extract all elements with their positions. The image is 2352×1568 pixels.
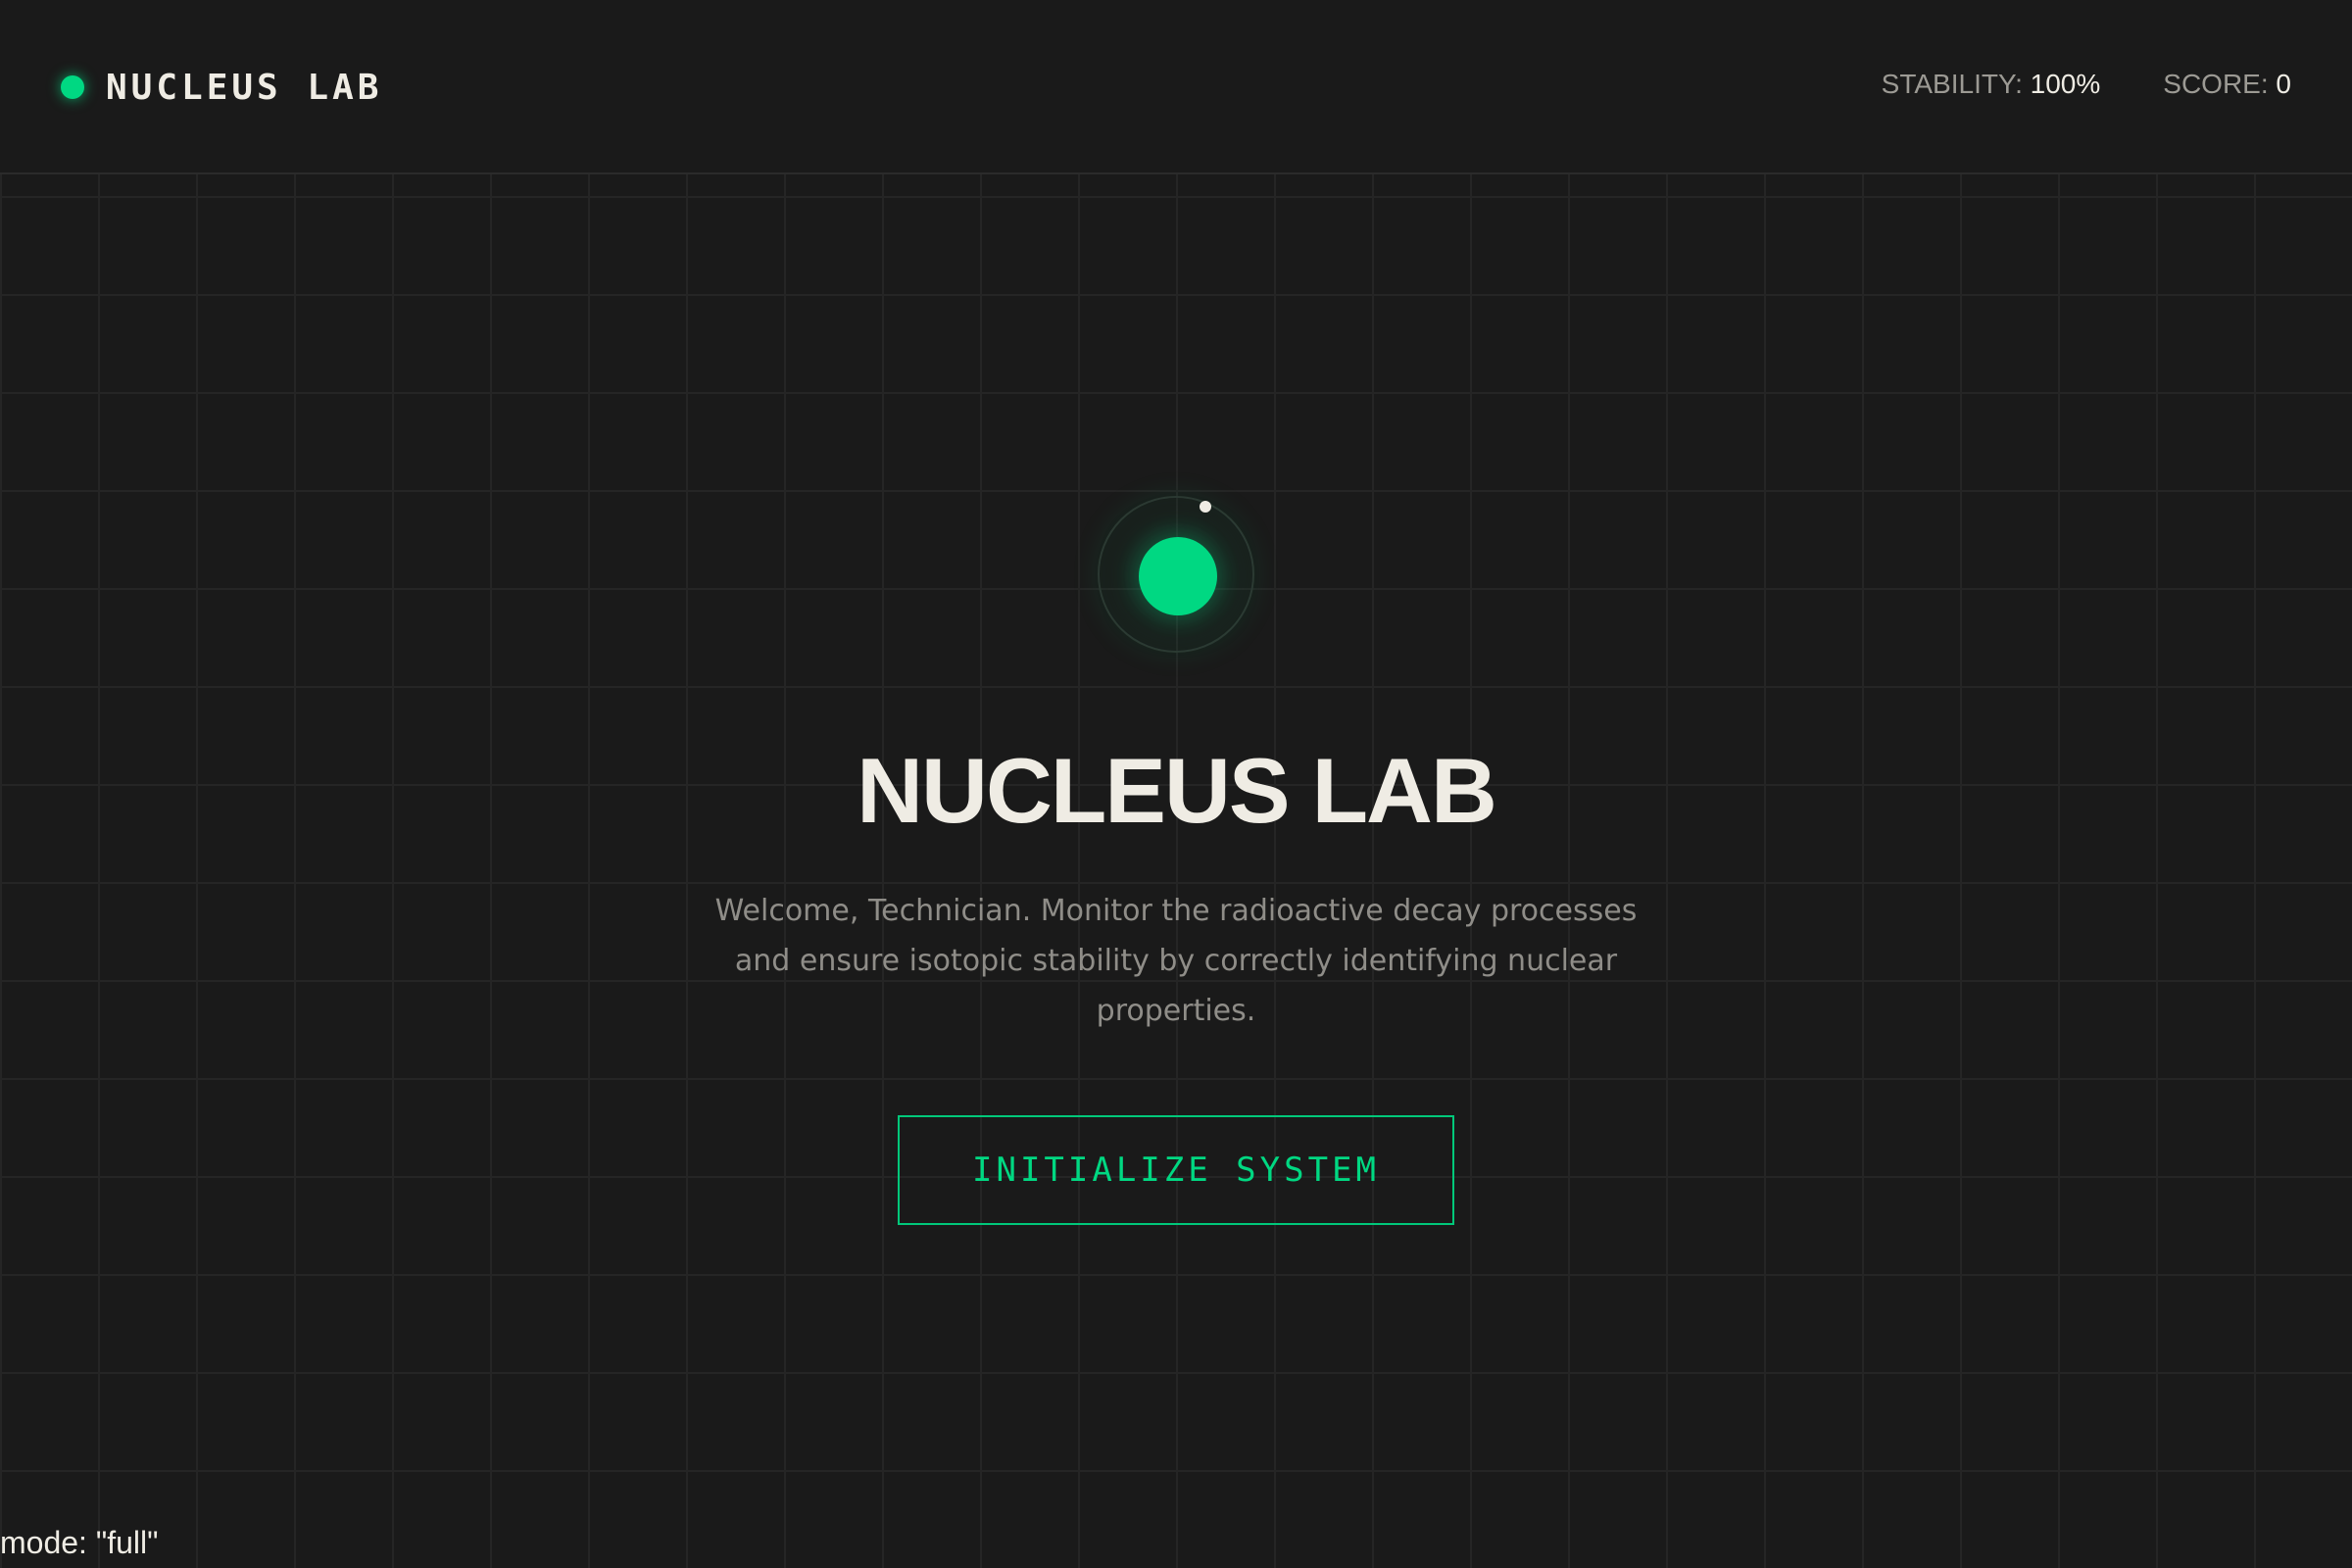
nucleus-core [1139, 537, 1217, 615]
page-title: NUCLEUS LAB [857, 739, 1497, 842]
stability-stat: STABILITY: 100% [1882, 69, 2101, 100]
grid-background [0, 174, 2352, 1568]
score-label: SCORE: [2163, 69, 2269, 99]
score-value: 0 [2276, 69, 2291, 99]
score-stat: SCORE: 0 [2163, 69, 2291, 100]
welcome-description: Welcome, Technician. Monitor the radioac… [714, 894, 1638, 1028]
atom-icon [1098, 496, 1254, 653]
initialize-system-button[interactable]: INITIALIZE SYSTEM [898, 1115, 1454, 1225]
top-bar: NUCLEUS LAB STABILITY: 100% SCORE: 0 [0, 0, 2352, 174]
brand: NUCLEUS LAB [61, 61, 382, 114]
stability-value: 100% [2030, 69, 2101, 99]
electron-dot [1200, 501, 1211, 513]
mode-indicator: mode: "full" [0, 1525, 159, 1560]
stability-label: STABILITY: [1881, 69, 2023, 99]
brand-name: NUCLEUS LAB [106, 67, 383, 108]
stats-panel: STABILITY: 100% SCORE: 0 [1819, 69, 2291, 100]
status-dot-icon [61, 75, 84, 99]
